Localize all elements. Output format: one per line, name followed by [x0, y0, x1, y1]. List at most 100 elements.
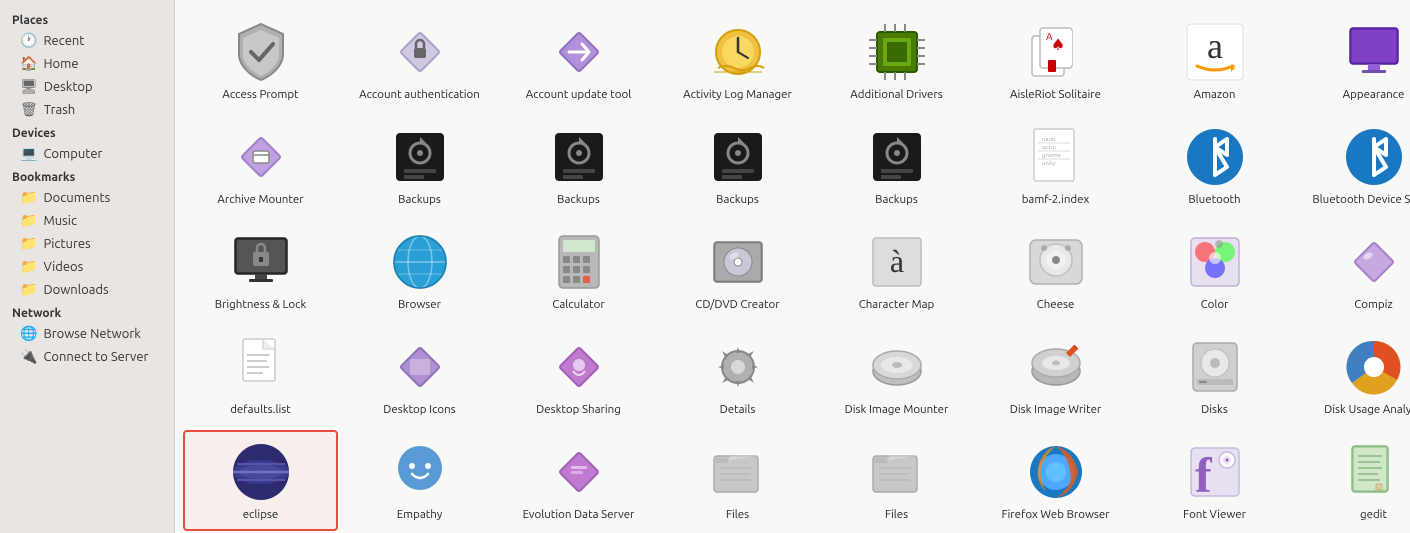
- sidebar-item-label: Music: [43, 214, 77, 228]
- app-icon: [547, 125, 611, 189]
- app-item[interactable]: Account update tool: [501, 10, 656, 111]
- app-icon: f: [1183, 440, 1247, 504]
- app-item[interactable]: defaults.list: [183, 325, 338, 426]
- app-label: Account update tool: [526, 88, 631, 103]
- app-item[interactable]: Backups: [501, 115, 656, 216]
- app-item[interactable]: Details: [660, 325, 815, 426]
- app-label: Disks: [1201, 403, 1228, 418]
- app-label: CD/DVD Creator: [695, 298, 779, 313]
- sidebar-item[interactable]: 📁Downloads: [0, 278, 174, 301]
- sidebar-item-label: Recent: [43, 34, 84, 48]
- app-item[interactable]: Bluetooth Device Setup: [1296, 115, 1410, 216]
- app-item[interactable]: Appearance: [1296, 10, 1410, 111]
- app-icon: nauti aptur gnome unity: [1024, 125, 1088, 189]
- app-item[interactable]: igedit: [1296, 430, 1410, 531]
- app-item[interactable]: Files: [660, 430, 815, 531]
- app-item[interactable]: Disk Image Writer: [978, 325, 1133, 426]
- sidebar-item-icon: 📁: [20, 189, 37, 206]
- app-icon: [1183, 230, 1247, 294]
- app-icon: [1342, 230, 1406, 294]
- app-item[interactable]: Desktop Sharing: [501, 325, 656, 426]
- app-item[interactable]: Files: [819, 430, 974, 531]
- app-item[interactable]: Disk Image Mounter: [819, 325, 974, 426]
- app-item[interactable]: Brightness & Lock: [183, 220, 338, 321]
- app-item[interactable]: Backups: [819, 115, 974, 216]
- app-item[interactable]: Desktop Icons: [342, 325, 497, 426]
- sidebar-item[interactable]: 🔌Connect to Server: [0, 345, 174, 368]
- app-label: Browser: [398, 298, 441, 313]
- sidebar-item-label: Home: [43, 57, 78, 71]
- app-item[interactable]: Disks: [1137, 325, 1292, 426]
- app-item[interactable]: Access Prompt: [183, 10, 338, 111]
- app-item[interactable]: CD/DVD Creator: [660, 220, 815, 321]
- sidebar-item-label: Connect to Server: [43, 350, 148, 364]
- app-label: Files: [885, 508, 908, 523]
- app-icon: [1342, 125, 1406, 189]
- app-item[interactable]: f Font Viewer: [1137, 430, 1292, 531]
- sidebar-item-label: Videos: [43, 260, 83, 274]
- app-item[interactable]: nauti aptur gnome unity bamf-2.index: [978, 115, 1133, 216]
- app-item[interactable]: Disk Usage Analyze: [1296, 325, 1410, 426]
- svg-text:a: a: [1207, 26, 1223, 66]
- svg-text:aptur: aptur: [1042, 144, 1057, 151]
- app-item[interactable]: ♠ A AisleRiot Solitaire: [978, 10, 1133, 111]
- app-item[interactable]: Color: [1137, 220, 1292, 321]
- sidebar-section-title: Network: [0, 301, 174, 322]
- app-label: Empathy: [397, 508, 443, 523]
- app-icon: à: [865, 230, 929, 294]
- sidebar-item[interactable]: 🏠 Home: [0, 52, 174, 75]
- app-item[interactable]: àCharacter Map: [819, 220, 974, 321]
- app-item[interactable]: Firefox Web Browser: [978, 430, 1133, 531]
- sidebar-item-icon: 🏠: [20, 55, 37, 72]
- app-icon: [547, 335, 611, 399]
- sidebar-item[interactable]: 📁Videos: [0, 255, 174, 278]
- sidebar-item[interactable]: 🌐Browse Network: [0, 322, 174, 345]
- app-item[interactable]: Archive Mounter: [183, 115, 338, 216]
- app-icon: [388, 125, 452, 189]
- sidebar-item[interactable]: 🖥Desktop: [0, 75, 174, 98]
- app-item[interactable]: Account authentication: [342, 10, 497, 111]
- app-item[interactable]: Evolution Data Server: [501, 430, 656, 531]
- app-icon: [388, 230, 452, 294]
- app-label: Font Viewer: [1183, 508, 1246, 523]
- app-icon: [1342, 20, 1406, 84]
- app-label: Account authentication: [359, 88, 480, 103]
- sidebar-item[interactable]: 📁Pictures: [0, 232, 174, 255]
- app-item[interactable]: Additional Drivers: [819, 10, 974, 111]
- app-item[interactable]: a Amazon: [1137, 10, 1292, 111]
- app-icon: i: [1342, 440, 1406, 504]
- sidebar: Places🕐Recent🏠Home🖥Desktop🗑TrashDevices💻…: [0, 0, 175, 533]
- sidebar-item-label: Pictures: [43, 237, 90, 251]
- app-label: bamf-2.index: [1022, 193, 1090, 208]
- app-icon: [865, 20, 929, 84]
- app-item[interactable]: Bluetooth: [1137, 115, 1292, 216]
- app-item[interactable]: Cheese: [978, 220, 1133, 321]
- sidebar-item[interactable]: 💻Computer: [0, 142, 174, 165]
- app-item[interactable]: Activity Log Manager: [660, 10, 815, 111]
- sidebar-item[interactable]: 🕐Recent: [0, 29, 174, 52]
- svg-text:f: f: [1195, 447, 1213, 503]
- app-item[interactable]: Browser: [342, 220, 497, 321]
- sidebar-item[interactable]: 🗑Trash: [0, 98, 174, 121]
- app-label: Bluetooth Device Setup: [1312, 193, 1410, 208]
- app-label: Disk Usage Analyze: [1324, 403, 1410, 418]
- app-label: Appearance: [1343, 88, 1405, 103]
- sidebar-item-icon: 📁: [20, 212, 37, 229]
- svg-text:♠: ♠: [1050, 36, 1064, 54]
- app-label: Color: [1201, 298, 1229, 313]
- app-icon: [706, 440, 770, 504]
- app-icon: [865, 125, 929, 189]
- app-label: Bluetooth: [1188, 193, 1240, 208]
- app-item[interactable]: eclipse: [183, 430, 338, 531]
- app-item[interactable]: Empathy: [342, 430, 497, 531]
- app-icon: [229, 20, 293, 84]
- sidebar-item[interactable]: 📁Documents: [0, 186, 174, 209]
- app-label: Disk Image Mounter: [845, 403, 949, 418]
- app-item[interactable]: Backups: [660, 115, 815, 216]
- app-icon: [1183, 335, 1247, 399]
- app-label: eclipse: [243, 508, 279, 523]
- app-item[interactable]: Backups: [342, 115, 497, 216]
- app-item[interactable]: Compiz: [1296, 220, 1410, 321]
- app-item[interactable]: Calculator: [501, 220, 656, 321]
- sidebar-item[interactable]: 📁 Music: [0, 209, 174, 232]
